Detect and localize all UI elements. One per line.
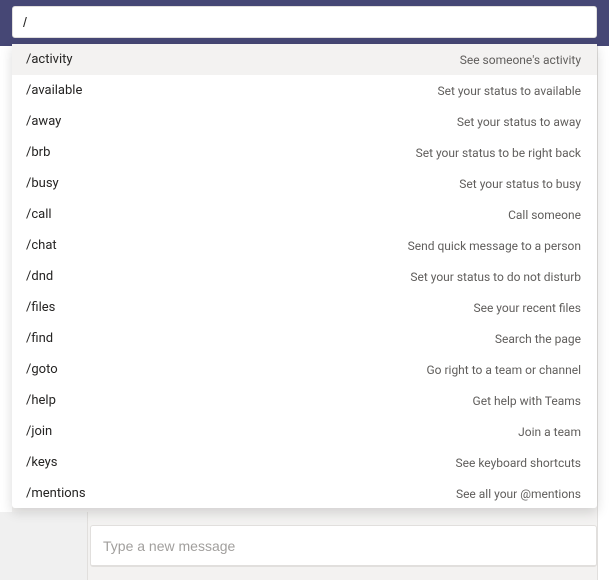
command-name: /chat xyxy=(26,238,57,253)
command-name: /away xyxy=(26,114,61,129)
command-item[interactable]: /join Join a team xyxy=(12,416,597,447)
command-item[interactable]: /keys See keyboard shortcuts xyxy=(12,447,597,478)
command-item[interactable]: /call Call someone xyxy=(12,199,597,230)
command-name: /mentions xyxy=(26,486,86,501)
command-description: Send quick message to a person xyxy=(408,239,581,253)
command-item[interactable]: /help Get help with Teams xyxy=(12,385,597,416)
command-item[interactable]: /available Set your status to available xyxy=(12,75,597,106)
left-strip xyxy=(0,46,12,580)
compose-box[interactable] xyxy=(90,525,597,567)
right-edge xyxy=(597,46,609,580)
command-name: /join xyxy=(26,424,52,439)
command-item[interactable]: /away Set your status to away xyxy=(12,106,597,137)
command-description: Set your status to away xyxy=(457,115,581,129)
top-bar xyxy=(0,0,609,46)
command-name: /files xyxy=(26,300,55,315)
command-description: Set your status to do not disturb xyxy=(410,270,581,284)
command-item[interactable]: /brb Set your status to be right back xyxy=(12,137,597,168)
command-name: /brb xyxy=(26,145,50,160)
command-description: See keyboard shortcuts xyxy=(455,456,581,470)
command-item[interactable]: /mentions See all your @mentions xyxy=(12,478,597,508)
command-name: /goto xyxy=(26,362,58,377)
message-input[interactable] xyxy=(103,538,584,554)
command-name: /available xyxy=(26,83,82,98)
command-name: /help xyxy=(26,393,56,408)
command-name: /keys xyxy=(26,455,58,470)
command-description: Set your status to be right back xyxy=(416,146,581,160)
command-description: See your recent files xyxy=(473,301,581,315)
command-description: Join a team xyxy=(518,425,581,439)
command-item[interactable]: /files See your recent files xyxy=(12,292,597,323)
command-description: See all your @mentions xyxy=(456,487,581,501)
command-item[interactable]: /activity See someone's activity xyxy=(12,44,597,75)
left-rail xyxy=(0,512,88,580)
command-description: See someone's activity xyxy=(460,53,581,67)
command-item[interactable]: /busy Set your status to busy xyxy=(12,168,597,199)
command-item[interactable]: /goto Go right to a team or channel xyxy=(12,354,597,385)
command-description: Set your status to available xyxy=(437,84,581,98)
command-description: Set your status to busy xyxy=(459,177,581,191)
command-item[interactable]: /dnd Set your status to do not disturb xyxy=(12,261,597,292)
command-description: Call someone xyxy=(508,208,581,222)
command-name: /find xyxy=(26,331,53,346)
command-name: /dnd xyxy=(26,269,53,284)
command-name: /activity xyxy=(26,52,73,67)
command-name: /busy xyxy=(26,176,59,191)
compose-area xyxy=(0,512,609,580)
command-name: /call xyxy=(26,207,52,222)
command-search-input[interactable] xyxy=(12,6,597,38)
command-description: Search the page xyxy=(495,332,581,346)
command-item[interactable]: /find Search the page xyxy=(12,323,597,354)
command-item[interactable]: /chat Send quick message to a person xyxy=(12,230,597,261)
command-description: Get help with Teams xyxy=(473,394,581,408)
command-description: Go right to a team or channel xyxy=(426,363,581,377)
command-dropdown: /activity See someone's activity/availabl… xyxy=(12,44,597,508)
search-wrapper xyxy=(12,6,597,38)
